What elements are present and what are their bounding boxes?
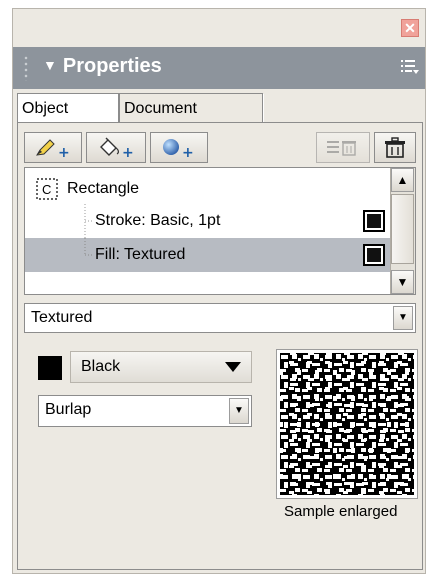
color-value: Black	[81, 358, 121, 375]
close-icon: ✕	[404, 20, 416, 36]
panel-title: Properties	[62, 55, 162, 77]
drag-grip-icon[interactable]	[23, 55, 29, 81]
panel-tabs: Object Document	[13, 89, 425, 124]
stroke-color-swatch[interactable]	[363, 210, 385, 232]
panel-options-menu-icon[interactable]	[401, 59, 419, 75]
trash-icon	[385, 136, 405, 158]
attribute-toolbar: + + +	[24, 129, 416, 165]
svg-text:+: +	[58, 145, 70, 159]
pencil-plus-icon: +	[36, 138, 70, 159]
list-trash-icon	[327, 140, 356, 156]
object-group-icon: C	[36, 178, 58, 200]
fill-color-swatch[interactable]	[363, 244, 385, 266]
preview-caption: Sample enlarged	[284, 503, 398, 520]
close-button[interactable]: ✕	[401, 19, 419, 37]
color-well[interactable]	[38, 356, 62, 380]
panel-titlebar[interactable]: ▼ Properties	[13, 47, 425, 89]
svg-text:+: +	[122, 145, 134, 160]
tree-connector-icon	[84, 204, 93, 238]
dropdown-arrow-icon[interactable]: ▼	[229, 398, 249, 424]
delete-button[interactable]	[374, 132, 416, 163]
stroke-attribute-label: Stroke: Basic, 1pt	[95, 212, 221, 229]
scroll-thumb[interactable]	[391, 194, 414, 264]
triangle-up-icon: ▲	[396, 173, 409, 187]
object-name-label: Rectangle	[67, 180, 140, 197]
texture-value: Burlap	[45, 401, 92, 418]
burlap-texture-image	[280, 353, 414, 495]
fill-type-value: Textured	[31, 309, 93, 326]
tab-object[interactable]: Object	[17, 93, 119, 124]
fill-type-select[interactable]: Textured ▼	[24, 303, 416, 333]
tree-connector-icon	[84, 238, 93, 256]
list-item-object[interactable]: C Rectangle	[25, 172, 393, 206]
fill-attribute-label: Fill: Textured	[95, 246, 186, 263]
add-stroke-button[interactable]: +	[24, 132, 82, 163]
texture-preview	[276, 349, 418, 499]
list-item-fill[interactable]: Fill: Textured	[25, 238, 393, 272]
paint-bucket-plus-icon: +	[100, 137, 134, 160]
triangle-down-icon[interactable]: ▼	[43, 57, 57, 73]
panel-header[interactable]: ▼ Properties	[43, 55, 162, 78]
dropdown-arrow-icon[interactable]: ▼	[393, 306, 413, 330]
tab-document[interactable]: Document	[119, 93, 264, 124]
sphere-plus-icon: +	[163, 138, 194, 159]
scroll-down-button[interactable]: ▼	[391, 270, 414, 294]
list-item-stroke[interactable]: Stroke: Basic, 1pt	[25, 204, 393, 238]
add-effect-button[interactable]: +	[150, 132, 208, 163]
add-fill-button[interactable]: +	[86, 132, 146, 163]
object-tab-content: + + + C Rectangle Stroke: Basic, 1pt Fil…	[17, 122, 423, 570]
properties-panel-window: ✕ ▼ Properties Object Document + + + C R…	[12, 8, 426, 574]
triangle-down-icon: ▼	[396, 275, 409, 289]
color-select[interactable]: Black	[70, 351, 252, 383]
list-scrollbar[interactable]: ▲ ▼	[390, 168, 415, 294]
remove-attribute-button[interactable]	[316, 132, 370, 163]
tab-document-label: Document	[124, 100, 197, 117]
dropdown-arrow-icon	[225, 362, 241, 372]
tab-object-label: Object	[22, 100, 69, 117]
object-badge: C	[42, 182, 51, 197]
scroll-up-button[interactable]: ▲	[391, 168, 414, 192]
texture-select[interactable]: Burlap ▼	[38, 395, 252, 427]
attributes-list[interactable]: C Rectangle Stroke: Basic, 1pt Fill: Tex…	[24, 167, 416, 295]
svg-text:+: +	[182, 145, 194, 159]
